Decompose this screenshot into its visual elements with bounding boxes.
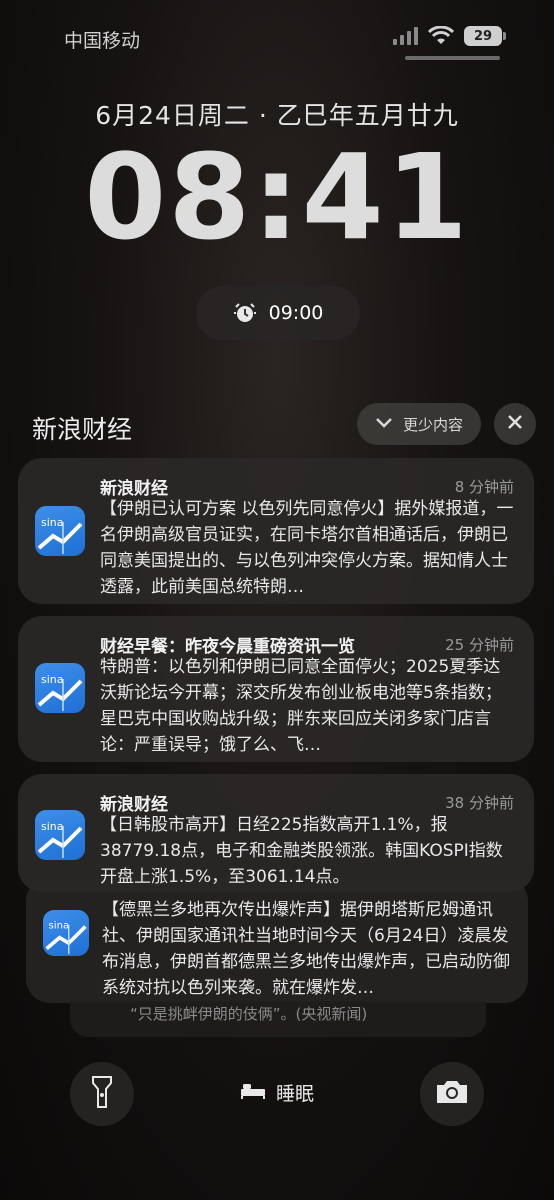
notification-body: 特朗普：以色列和伊朗已同意全面停火；2025夏季达沃斯论坛今开幕；深交所发布创业… bbox=[100, 657, 502, 755]
chevron-down-icon bbox=[375, 415, 393, 433]
notification-body: 【德黑兰多地再次传出爆炸声】据伊朗塔斯尼姆通讯社、伊朗国家通讯社当地时间今天（6… bbox=[102, 900, 510, 998]
svg-text:sina: sina bbox=[41, 673, 64, 686]
notification-card[interactable]: sina 【德黑兰多地再次传出爆炸声】据伊朗塔斯尼姆通讯社、伊朗国家通讯社当地时… bbox=[26, 877, 528, 1003]
notification-card[interactable]: sina 新浪财经 8 分钟前 【伊朗已认可方案 以色列先同意停火】据外媒报道，… bbox=[18, 458, 534, 604]
bed-icon bbox=[240, 1081, 266, 1104]
camera-icon bbox=[434, 1078, 470, 1110]
notification-group-header: 新浪财经 更少内容 bbox=[0, 400, 554, 450]
sina-finance-icon: sina bbox=[35, 810, 85, 860]
svg-text:sina: sina bbox=[41, 516, 64, 529]
status-indicators: 29 bbox=[393, 26, 506, 46]
group-title: 新浪财经 bbox=[32, 415, 133, 444]
sina-finance-icon: sina bbox=[35, 506, 85, 556]
svg-text:sina: sina bbox=[41, 820, 64, 833]
close-icon bbox=[507, 414, 523, 434]
svg-text:sina: sina bbox=[49, 920, 70, 931]
stacked-notification-peek: “只是挑衅伊朗的伎俩”。(央视新闻) bbox=[70, 1001, 486, 1037]
wifi-icon bbox=[428, 26, 454, 46]
notification-time: 38 分钟前 bbox=[445, 794, 514, 812]
cellular-signal-icon bbox=[393, 27, 418, 45]
alarm-time: 09:00 bbox=[268, 302, 324, 324]
show-less-label: 更少内容 bbox=[402, 415, 463, 434]
notification-card[interactable]: sina 财经早餐：昨夜今晨重磅资讯一览 25 分钟前 特朗普：以色列和伊朗已同… bbox=[18, 616, 534, 762]
notification-time: 25 分钟前 bbox=[445, 636, 514, 654]
sina-finance-icon: sina bbox=[43, 910, 89, 956]
lock-date: 6月24日周二 · 乙巳年五月廿九 bbox=[95, 101, 459, 130]
camera-button[interactable] bbox=[420, 1062, 484, 1126]
alarm-icon bbox=[233, 301, 257, 325]
notification-body: 【伊朗已认可方案 以色列先同意停火】据外媒报道，一名伊朗高级官员证实，在同卡塔尔… bbox=[100, 499, 514, 597]
notification-body: 【日韩股市高开】日经225指数高开1.1%，报38779.18点，电子和金融类股… bbox=[100, 815, 503, 887]
sleep-label: 睡眠 bbox=[275, 1083, 314, 1105]
carrier-label: 中国移动 bbox=[64, 30, 141, 52]
sina-finance-icon: sina bbox=[35, 663, 85, 713]
privacy-indicator-bar bbox=[405, 56, 500, 60]
alarm-widget[interactable]: 09:00 bbox=[196, 286, 360, 340]
status-bar: 中国移动 29 bbox=[0, 0, 554, 70]
notification-card[interactable]: sina 新浪财经 38 分钟前 【日韩股市高开】日经225指数高开1.1%，报… bbox=[18, 774, 534, 892]
notification-time: 8 分钟前 bbox=[454, 478, 514, 496]
battery-icon: 29 bbox=[464, 26, 506, 46]
close-group-button[interactable] bbox=[494, 403, 536, 445]
lock-clock: 08:41 bbox=[84, 128, 470, 266]
show-less-button[interactable]: 更少内容 bbox=[357, 403, 481, 445]
